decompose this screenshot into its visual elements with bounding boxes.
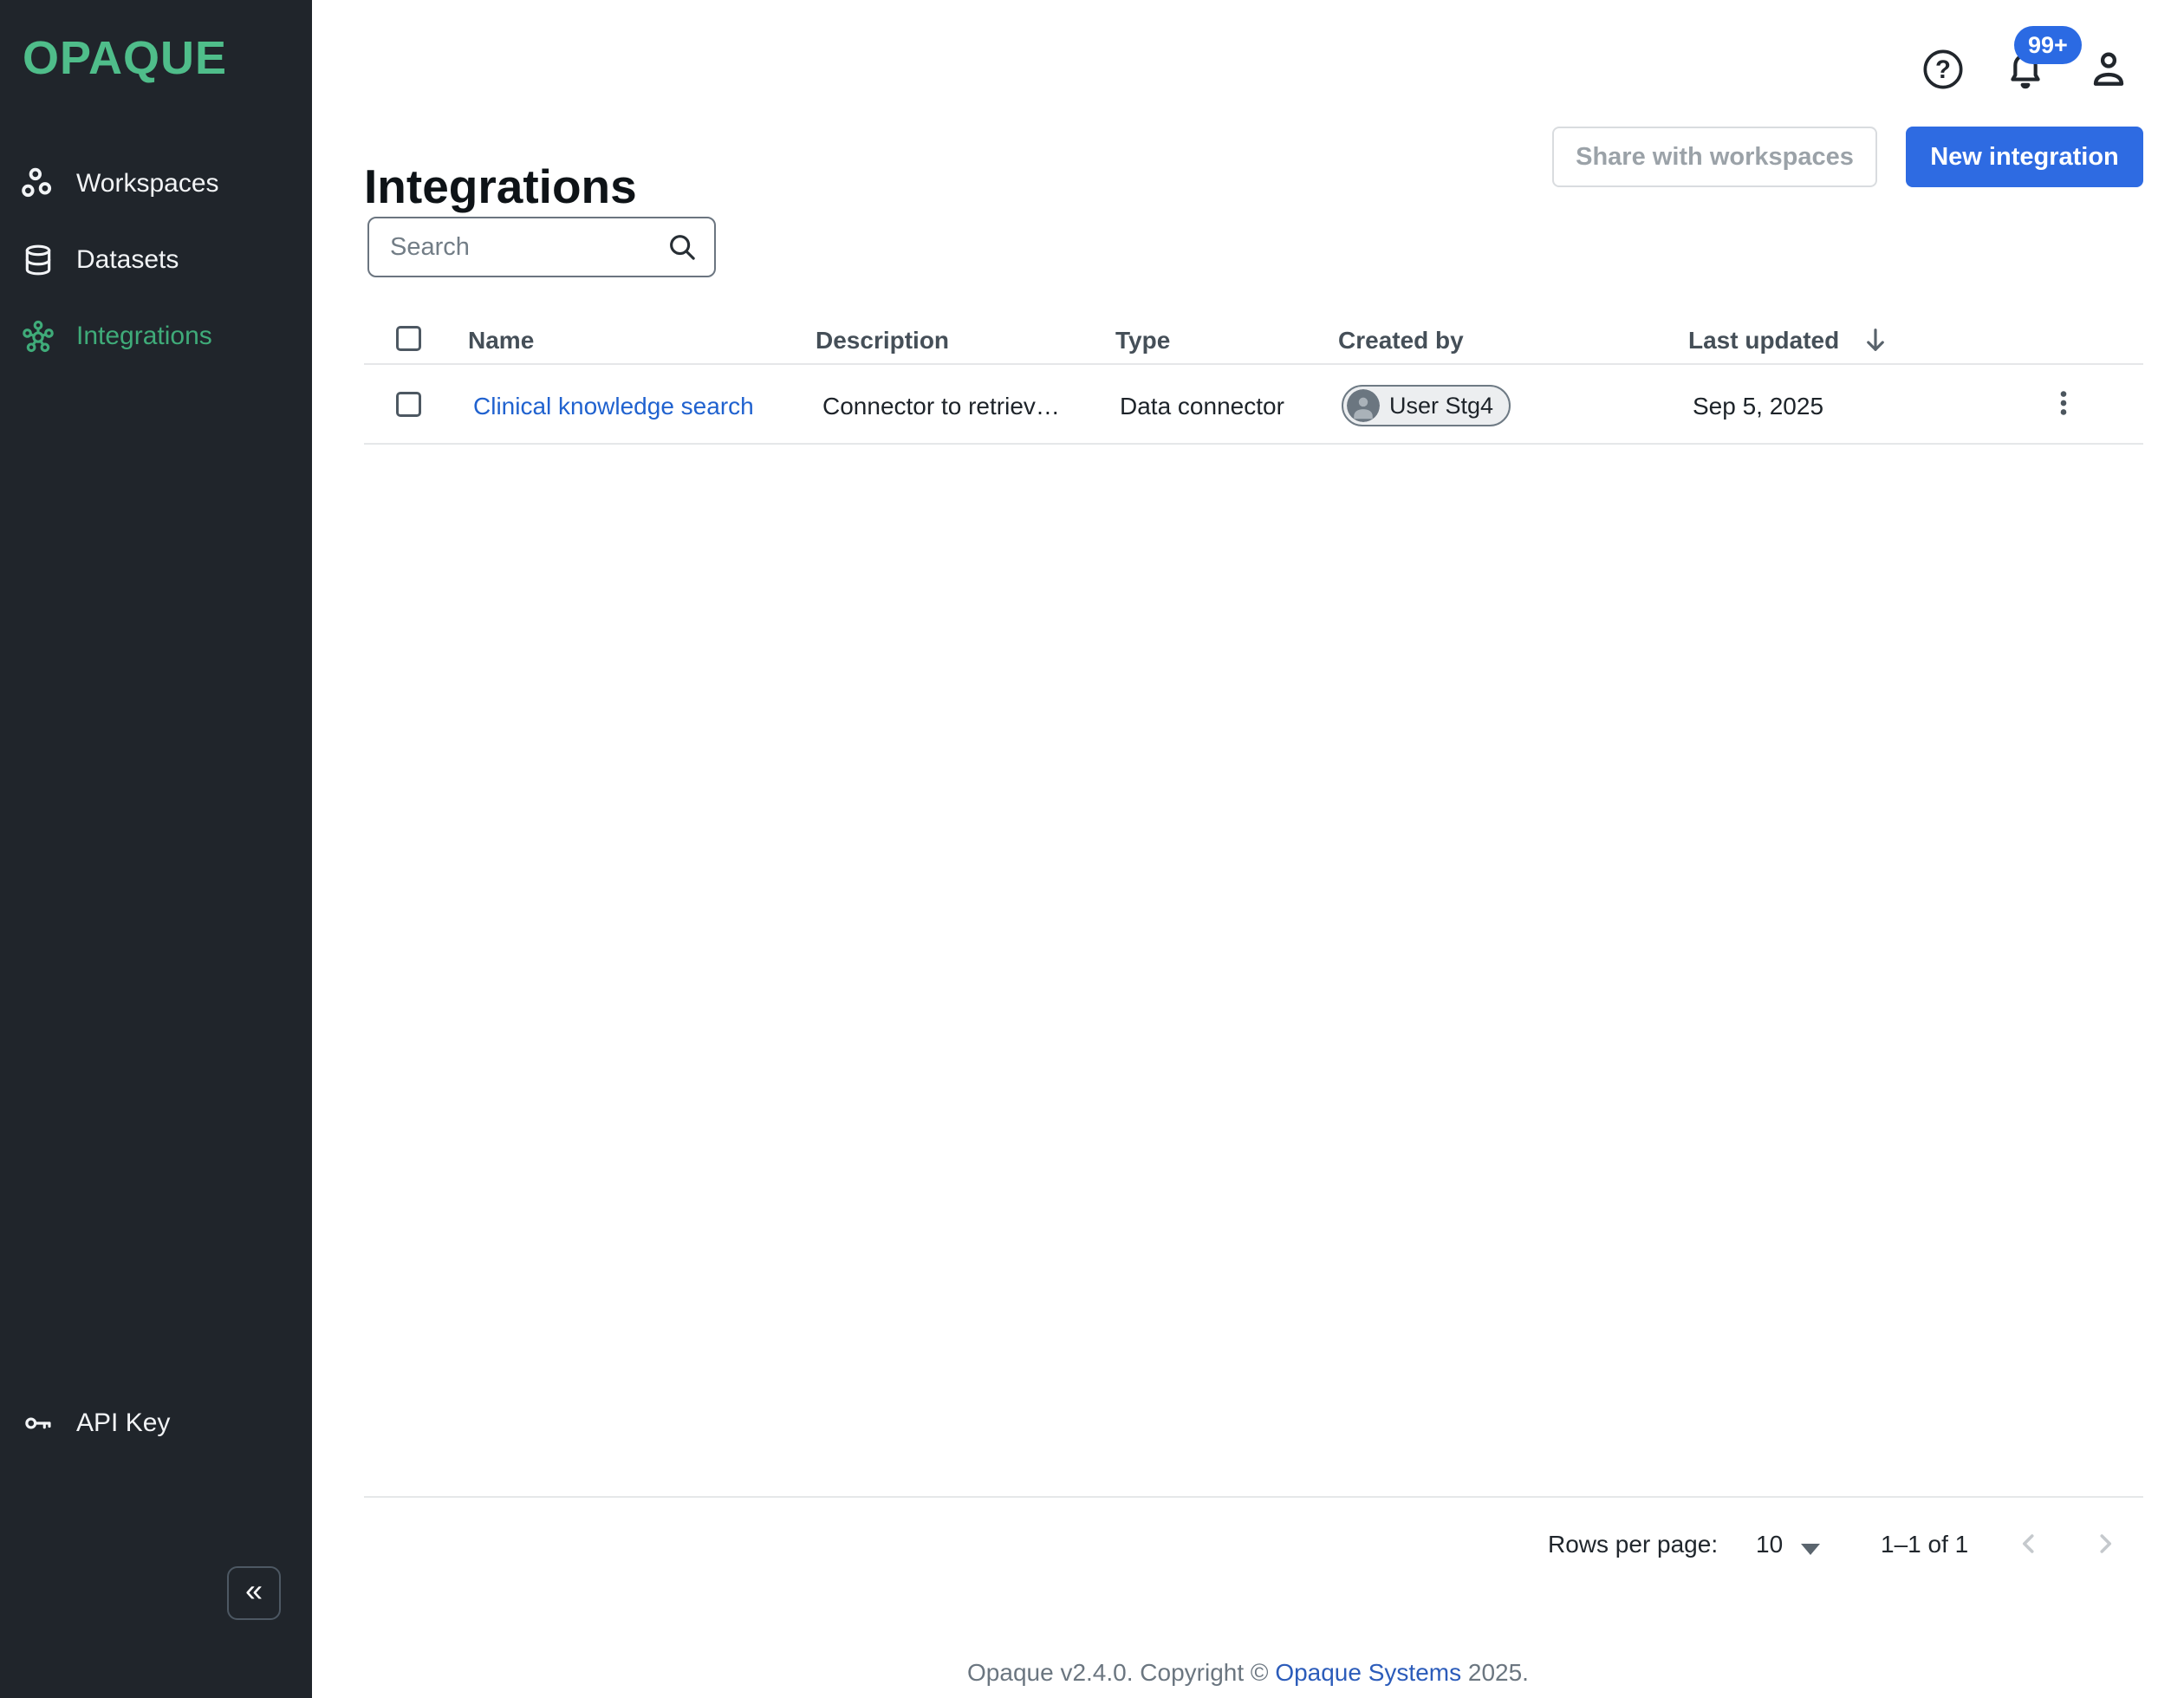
search-input[interactable] (388, 232, 655, 263)
table-header-divider (364, 363, 2143, 365)
opaque-systems-link[interactable]: Opaque Systems (1275, 1659, 1461, 1686)
table-row-divider (364, 443, 2143, 445)
page-title: Integrations (364, 159, 637, 214)
row-actions-button[interactable] (2043, 382, 2084, 424)
help-button[interactable]: ? (1921, 48, 1965, 91)
kebab-menu-icon (2047, 387, 2080, 420)
column-header-name[interactable]: Name (468, 326, 534, 355)
sidebar-item-label: API Key (76, 1408, 170, 1438)
person-icon (2087, 48, 2130, 91)
question-mark-icon: ? (1935, 55, 1951, 84)
integrations-page: OPAQUE Workspaces Datasets (0, 0, 2184, 1698)
footer: Opaque v2.4.0. Copyright © Opaque System… (312, 1657, 2184, 1688)
notification-count-badge: 99+ (2014, 26, 2082, 64)
created-by-label: User Stg4 (1389, 393, 1493, 420)
account-button[interactable] (2087, 48, 2130, 91)
next-page-button[interactable] (2087, 1526, 2123, 1562)
search-box (367, 217, 716, 277)
sidebar-collapse-button[interactable]: « (227, 1566, 281, 1620)
previous-page-button[interactable] (2011, 1526, 2047, 1562)
table-footer-divider (364, 1496, 2143, 1498)
footer-text: Opaque v2.4.0. Copyright © (967, 1659, 1275, 1686)
integration-type: Data connector (1120, 392, 1284, 421)
sidebar-item-integrations[interactable]: Integrations (0, 309, 312, 364)
new-integration-button[interactable]: New integration (1906, 127, 2143, 187)
integrations-icon (21, 319, 55, 354)
integration-description: Connector to retriev… (822, 392, 1060, 421)
share-with-workspaces-button[interactable]: Share with workspaces (1552, 127, 1877, 187)
sidebar-item-api-key[interactable]: API Key (0, 1395, 312, 1451)
sidebar-item-label: Integrations (76, 322, 212, 351)
rows-per-page-dropdown-icon[interactable] (1801, 1544, 1820, 1555)
sidebar-item-label: Datasets (76, 245, 179, 275)
sidebar-item-workspaces[interactable]: Workspaces (0, 156, 312, 211)
opaque-logo: OPAQUE (23, 31, 227, 85)
sidebar-item-datasets[interactable]: Datasets (0, 232, 312, 288)
search-icon (666, 231, 699, 263)
select-all-checkbox[interactable] (396, 326, 421, 351)
rows-per-page-label: Rows per page: (1548, 1530, 1718, 1559)
workspaces-icon (21, 166, 55, 201)
row-checkbox[interactable] (396, 392, 421, 417)
created-by-chip[interactable]: User Stg4 (1342, 385, 1511, 426)
collapse-chevrons-icon: « (245, 1575, 263, 1606)
footer-year-text: 2025. (1461, 1659, 1529, 1686)
column-header-description[interactable]: Description (816, 326, 949, 355)
column-header-last-updated[interactable]: Last updated (1688, 326, 1839, 355)
sidebar: OPAQUE Workspaces Datasets (0, 0, 312, 1698)
column-header-type[interactable]: Type (1115, 326, 1170, 355)
sort-descending-icon[interactable] (1860, 324, 1891, 360)
chevron-left-icon (2013, 1528, 2044, 1559)
chevron-right-icon (2090, 1528, 2121, 1559)
last-updated-value: Sep 5, 2025 (1693, 392, 1823, 421)
pagination-range-label: 1–1 of 1 (1881, 1530, 1968, 1559)
sidebar-item-label: Workspaces (76, 169, 219, 198)
column-header-created-by[interactable]: Created by (1338, 326, 1464, 355)
rows-per-page-select[interactable]: 10 (1756, 1530, 1783, 1559)
avatar (1347, 389, 1380, 422)
key-icon (21, 1406, 55, 1441)
datasets-icon (21, 243, 55, 277)
integration-name-link[interactable]: Clinical knowledge search (473, 392, 754, 421)
